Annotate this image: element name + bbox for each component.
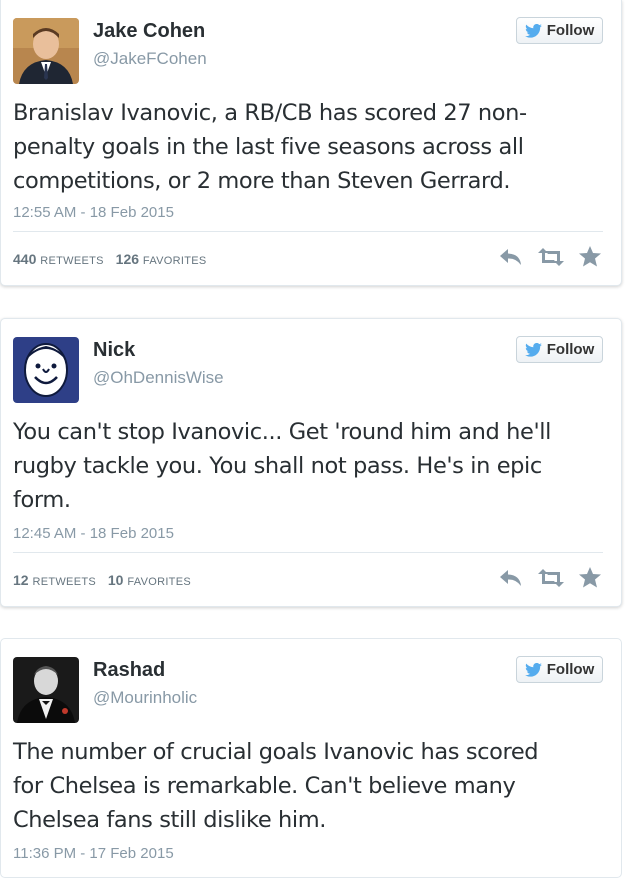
avatar[interactable] (13, 337, 79, 403)
display-name[interactable]: Nick (93, 339, 135, 362)
avatar[interactable] (13, 657, 79, 723)
tweet-stats: 440 Retweets 126 Favorites (13, 251, 215, 267)
tweet-text: The number of crucial goals Ivanovic has… (13, 739, 539, 833)
tweet-stats: 12 Retweets 10 Favorites (13, 572, 199, 588)
tweet-actions (499, 567, 601, 588)
retweet-count-label: Retweets (32, 576, 96, 588)
display-name[interactable]: Jake Cohen (93, 20, 205, 43)
twitter-bird-icon (524, 23, 542, 38)
follow-button[interactable]: Follow (516, 17, 603, 44)
timestamp[interactable]: 12:45 AM - 18 Feb 2015 (13, 525, 174, 542)
favorite-star-icon[interactable] (579, 246, 601, 267)
retweet-icon[interactable] (537, 247, 565, 267)
reply-icon[interactable] (499, 247, 523, 267)
divider (13, 231, 603, 232)
tweet-card: Jake Cohen @JakeFCohen Follow Branislav … (0, 0, 622, 286)
tweet-text: Branislav Ivanovic, a RB/CB has scored 2… (13, 100, 527, 194)
timestamp[interactable]: 12:55 AM - 18 Feb 2015 (13, 204, 174, 221)
username[interactable]: @OhDennisWise (93, 368, 224, 388)
timestamp[interactable]: 11:36 PM - 17 Feb 2015 (13, 845, 174, 862)
twitter-bird-icon (524, 662, 542, 677)
divider (13, 552, 603, 553)
retweet-count-label: Retweets (40, 255, 104, 267)
display-name[interactable]: Rashad (93, 659, 165, 682)
username[interactable]: @Mourinholic (93, 688, 197, 708)
favorite-count[interactable]: 10 (108, 572, 124, 588)
tweet-card: Rashad @Mourinholic Follow The number of… (0, 638, 622, 878)
follow-label: Follow (546, 661, 595, 678)
username[interactable]: @JakeFCohen (93, 49, 207, 69)
tweet-card: Nick @OhDennisWise Follow You can't stop… (0, 318, 622, 607)
reply-icon[interactable] (499, 568, 523, 588)
follow-button[interactable]: Follow (516, 336, 603, 363)
tweet-text: You can't stop Ivanovic... Get 'round hi… (13, 419, 551, 513)
retweet-count[interactable]: 12 (13, 572, 29, 588)
avatar[interactable] (13, 18, 79, 84)
favorite-count[interactable]: 126 (116, 251, 139, 267)
favorite-count-label: Favorites (142, 255, 207, 267)
favorite-star-icon[interactable] (579, 567, 601, 588)
follow-label: Follow (546, 22, 595, 39)
follow-button[interactable]: Follow (516, 656, 603, 683)
retweet-count[interactable]: 440 (13, 251, 36, 267)
twitter-bird-icon (524, 342, 542, 357)
retweet-icon[interactable] (537, 568, 565, 588)
favorite-count-label: Favorites (127, 576, 191, 588)
tweet-actions (499, 246, 601, 267)
follow-label: Follow (546, 341, 595, 358)
